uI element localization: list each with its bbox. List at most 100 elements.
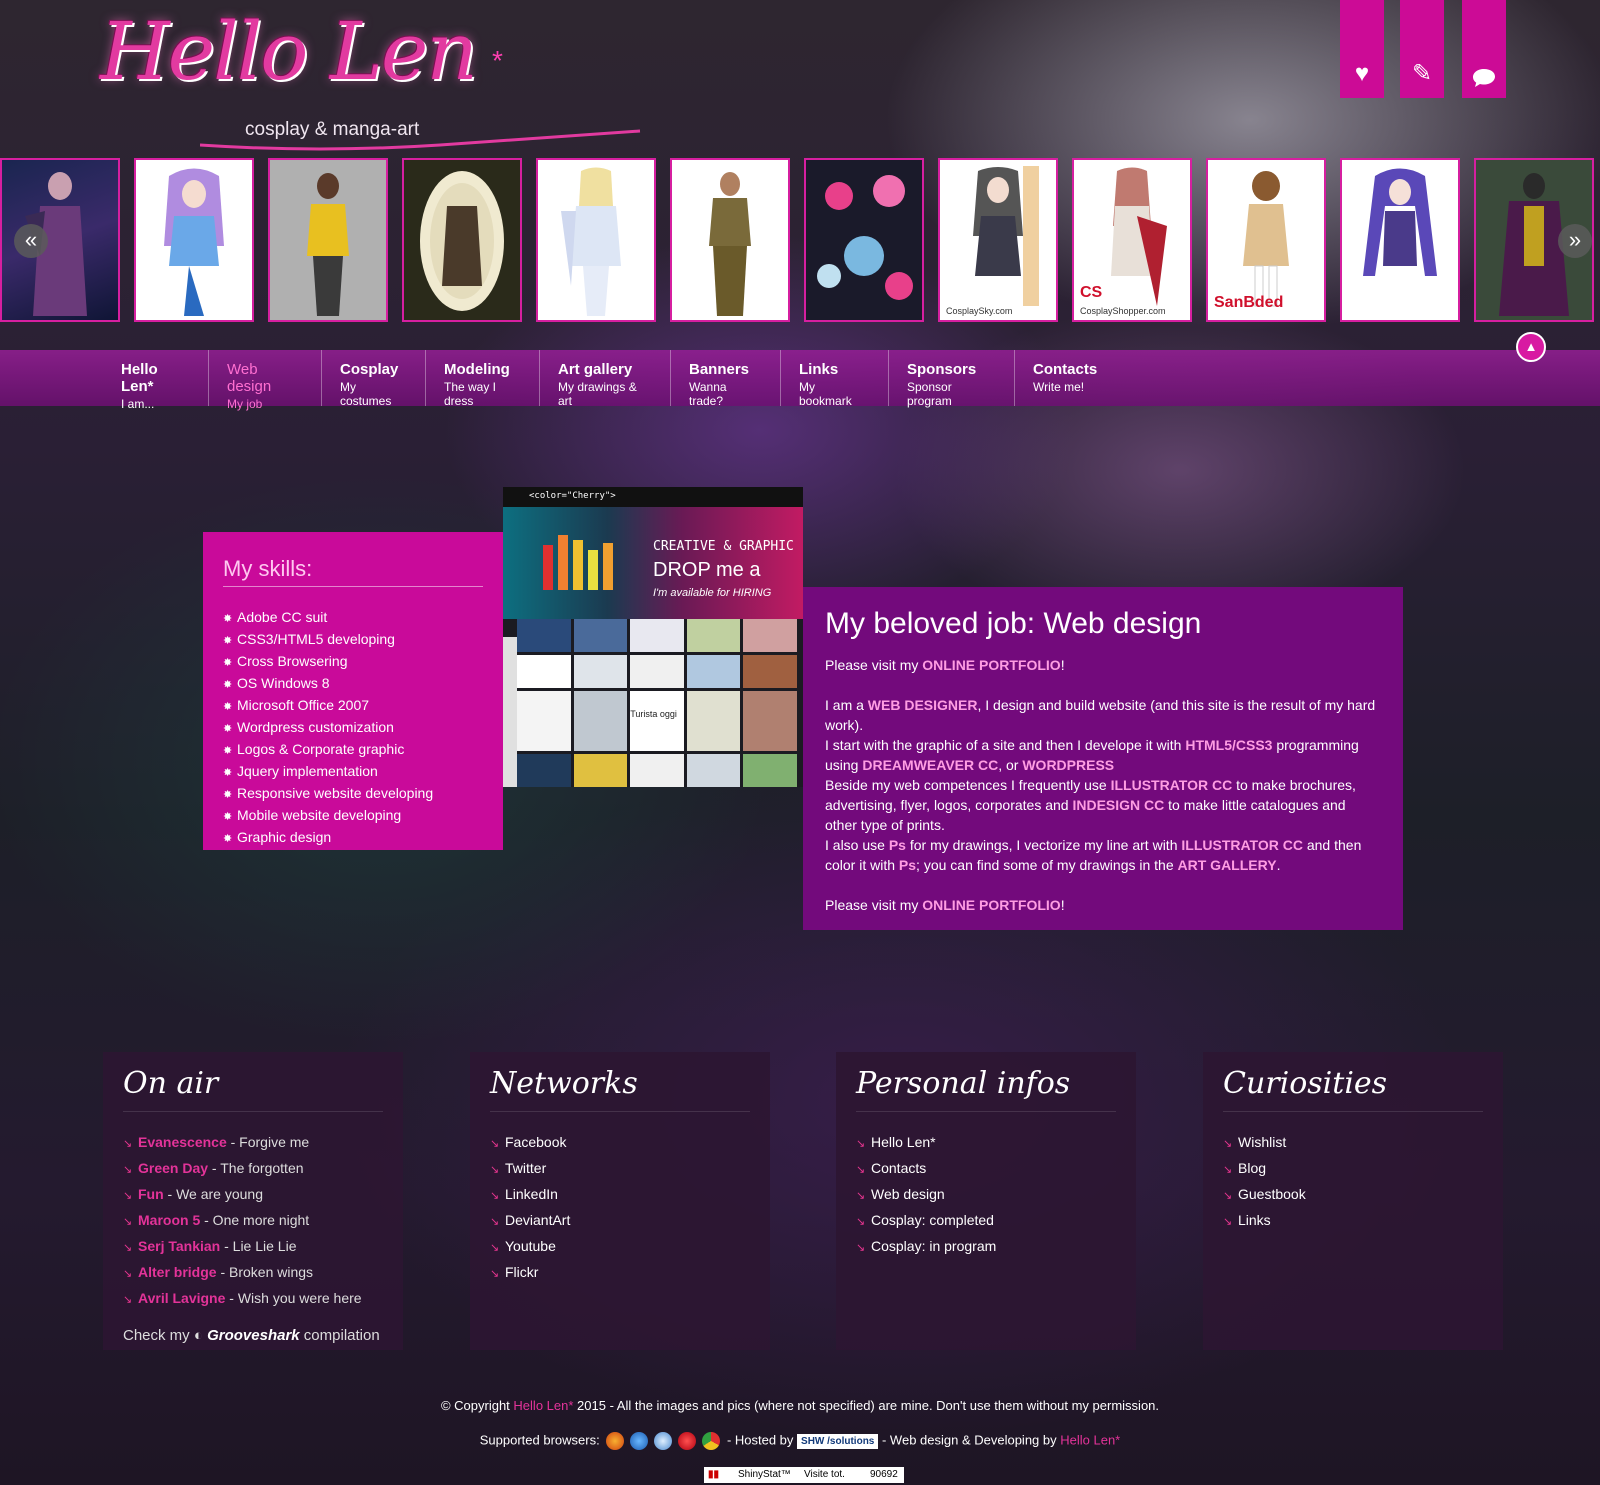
- arrow-icon: ↘: [856, 1242, 866, 1254]
- list-item[interactable]: ↘ Maroon 5 - One more night: [123, 1208, 383, 1234]
- speech-bubble-icon[interactable]: [1462, 0, 1506, 98]
- thumb-logo: SanBded: [1214, 294, 1284, 311]
- arrow-icon: ↘: [856, 1216, 866, 1228]
- list-item[interactable]: ↘ Green Day - The forgotten: [123, 1156, 383, 1182]
- grooveshark-link[interactable]: Grooveshark: [207, 1327, 300, 1344]
- preview-hero: CREATIVE & GRAPHIC DROP me a I'm availab…: [503, 507, 803, 619]
- carousel-thumb[interactable]: CS CosplayShopper.com: [1072, 158, 1192, 322]
- carousel-thumb[interactable]: SanBded: [1206, 158, 1326, 322]
- copyright-brand-link[interactable]: Hello Len*: [513, 1398, 573, 1413]
- star-icon: ✸: [223, 657, 233, 669]
- nav-item-sponsors[interactable]: Sponsors Sponsor program: [889, 350, 1015, 408]
- text: Check my: [123, 1327, 194, 1344]
- designer-link[interactable]: Hello Len*: [1060, 1432, 1120, 1447]
- list-item[interactable]: ↘ Contacts: [856, 1156, 1116, 1182]
- personal-infos-list: ↘ Hello Len* ↘ Contacts ↘ Web design ↘ Cospl…: [856, 1130, 1116, 1260]
- carousel-thumb[interactable]: [402, 158, 522, 322]
- text: - Hosted by: [726, 1432, 798, 1448]
- carousel-prev-button[interactable]: «: [14, 224, 48, 258]
- list-item[interactable]: ↘ Twitter: [490, 1156, 750, 1182]
- nav-item-banners[interactable]: Banners Wanna trade?: [671, 350, 781, 408]
- list-item[interactable]: ↘ Youtube: [490, 1234, 750, 1260]
- link-label: Web design: [871, 1186, 945, 1202]
- illustrator-link[interactable]: ILLUSTRATOR CC: [1111, 777, 1233, 793]
- visit-counter[interactable]: ▮▮ ShinyStat™ Visite tot. 90692: [704, 1467, 904, 1483]
- arrow-icon: ↘: [123, 1242, 133, 1254]
- arrow-icon: ↘: [856, 1138, 866, 1150]
- list-item[interactable]: ↘ Facebook: [490, 1130, 750, 1156]
- arrow-icon: ↘: [490, 1216, 500, 1228]
- carousel-thumb[interactable]: [536, 158, 656, 322]
- job-paragraph: I am a WEB DESIGNER, I design and build …: [825, 695, 1381, 735]
- carousel-thumb[interactable]: [134, 158, 254, 322]
- nav-item-art-gallery[interactable]: Art gallery My drawings & art: [540, 350, 671, 408]
- illustrator-link[interactable]: ILLUSTRATOR CC: [1181, 837, 1303, 853]
- list-item[interactable]: ↘ Alter bridge - Broken wings: [123, 1260, 383, 1286]
- photoshop-link[interactable]: Ps: [889, 837, 906, 853]
- song-title: - One more night: [200, 1212, 310, 1228]
- list-item[interactable]: ↘ DeviantArt: [490, 1208, 750, 1234]
- list-item: ✸ OS Windows 8: [223, 673, 483, 695]
- site-logo[interactable]: Hello Len * cosplay & manga-art: [100, 5, 641, 151]
- carousel-thumb[interactable]: [1340, 158, 1460, 322]
- networks-title: Networks: [490, 1066, 750, 1112]
- heart-icon[interactable]: ♥: [1340, 0, 1384, 98]
- dreamweaver-link[interactable]: DREAMWEAVER CC: [862, 757, 998, 773]
- wordpress-link[interactable]: WORDPRESS: [1022, 757, 1114, 773]
- online-portfolio-link[interactable]: ONLINE PORTFOLIO: [922, 657, 1060, 673]
- song-title: - We are young: [163, 1186, 264, 1202]
- shw-solutions-logo[interactable]: SHW /solutions: [797, 1433, 879, 1449]
- skill-label: Logos & Corporate graphic: [237, 741, 405, 757]
- nav-item-web-design[interactable]: Web design My job: [209, 350, 322, 411]
- list-item[interactable]: ↘ LinkedIn: [490, 1182, 750, 1208]
- web-designer-link[interactable]: WEB DESIGNER: [868, 697, 978, 713]
- preview-hero-line3: I'm available for HIRING: [653, 587, 772, 599]
- nav-item-modeling[interactable]: Modeling The way I dress: [426, 350, 540, 408]
- nav-item-cosplay[interactable]: Cosplay My costumes: [322, 350, 426, 408]
- html5-css3-link[interactable]: HTML5/CSS3: [1185, 737, 1272, 753]
- list-item[interactable]: ↘ Cosplay: in program: [856, 1234, 1116, 1260]
- list-item[interactable]: ↘ Flickr: [490, 1260, 750, 1286]
- list-item[interactable]: ↘ Blog: [1223, 1156, 1483, 1182]
- ie-icon: [630, 1432, 649, 1450]
- nav-item-links[interactable]: Links My bookmark: [781, 350, 889, 408]
- preview-topbar: <color="Cherry">: [503, 487, 803, 507]
- list-item[interactable]: ↘ Links: [1223, 1208, 1483, 1234]
- link-label: Links: [1238, 1212, 1271, 1228]
- list-item[interactable]: ↘ Serj Tankian - Lie Lie Lie: [123, 1234, 383, 1260]
- list-item[interactable]: ↘ Evanescence - Forgive me: [123, 1130, 383, 1156]
- list-item: ✸ Graphic design: [223, 827, 483, 849]
- online-portfolio-link[interactable]: ONLINE PORTFOLIO: [922, 897, 1060, 913]
- arrow-icon: ↘: [1223, 1164, 1233, 1176]
- nav-item-title: Banners: [689, 361, 750, 378]
- browsers-label: Supported browsers:: [479, 1432, 600, 1448]
- list-item: ✸ Jquery implementation: [223, 761, 483, 783]
- list-item[interactable]: ↘ Avril Lavigne - Wish you were here: [123, 1286, 383, 1312]
- list-item[interactable]: ↘ Cosplay: completed: [856, 1208, 1116, 1234]
- carousel-thumb[interactable]: [268, 158, 388, 322]
- pencil-icon[interactable]: ✎: [1400, 0, 1444, 98]
- nav-item-contacts[interactable]: Contacts Write me!: [1015, 350, 1117, 406]
- text: I also use: [825, 837, 889, 853]
- copyright-text: © Copyright Hello Len* 2015 - All the im…: [0, 1398, 1600, 1413]
- list-item[interactable]: ↘ Guestbook: [1223, 1182, 1483, 1208]
- nav-item-sub: I am...: [121, 397, 155, 411]
- list-item[interactable]: ↘ Fun - We are young: [123, 1182, 383, 1208]
- photoshop-link[interactable]: Ps: [899, 857, 916, 873]
- list-item[interactable]: ↘ Hello Len*: [856, 1130, 1116, 1156]
- indesign-link[interactable]: INDESIGN CC: [1072, 797, 1164, 813]
- preview-brand: <color="Cherry">: [529, 491, 616, 501]
- scroll-up-button[interactable]: ▲: [1516, 332, 1546, 362]
- portfolio-preview-image[interactable]: <color="Cherry"> CREATIVE & GRAPHIC DROP…: [503, 487, 803, 787]
- skill-label: OS Windows 8: [237, 675, 330, 691]
- art-gallery-link[interactable]: ART GALLERY: [1178, 857, 1277, 873]
- carousel-thumb[interactable]: [670, 158, 790, 322]
- carousel-thumb[interactable]: CosplaySky.com: [938, 158, 1058, 322]
- nav-item-title: Contacts: [1033, 361, 1098, 378]
- carousel-thumb[interactable]: [804, 158, 924, 322]
- nav-item-hello-len[interactable]: Hello Len* I am...: [103, 350, 209, 411]
- carousel-next-button[interactable]: »: [1558, 224, 1592, 258]
- song-title: - Lie Lie Lie: [220, 1238, 297, 1254]
- list-item[interactable]: ↘ Web design: [856, 1182, 1116, 1208]
- list-item[interactable]: ↘ Wishlist: [1223, 1130, 1483, 1156]
